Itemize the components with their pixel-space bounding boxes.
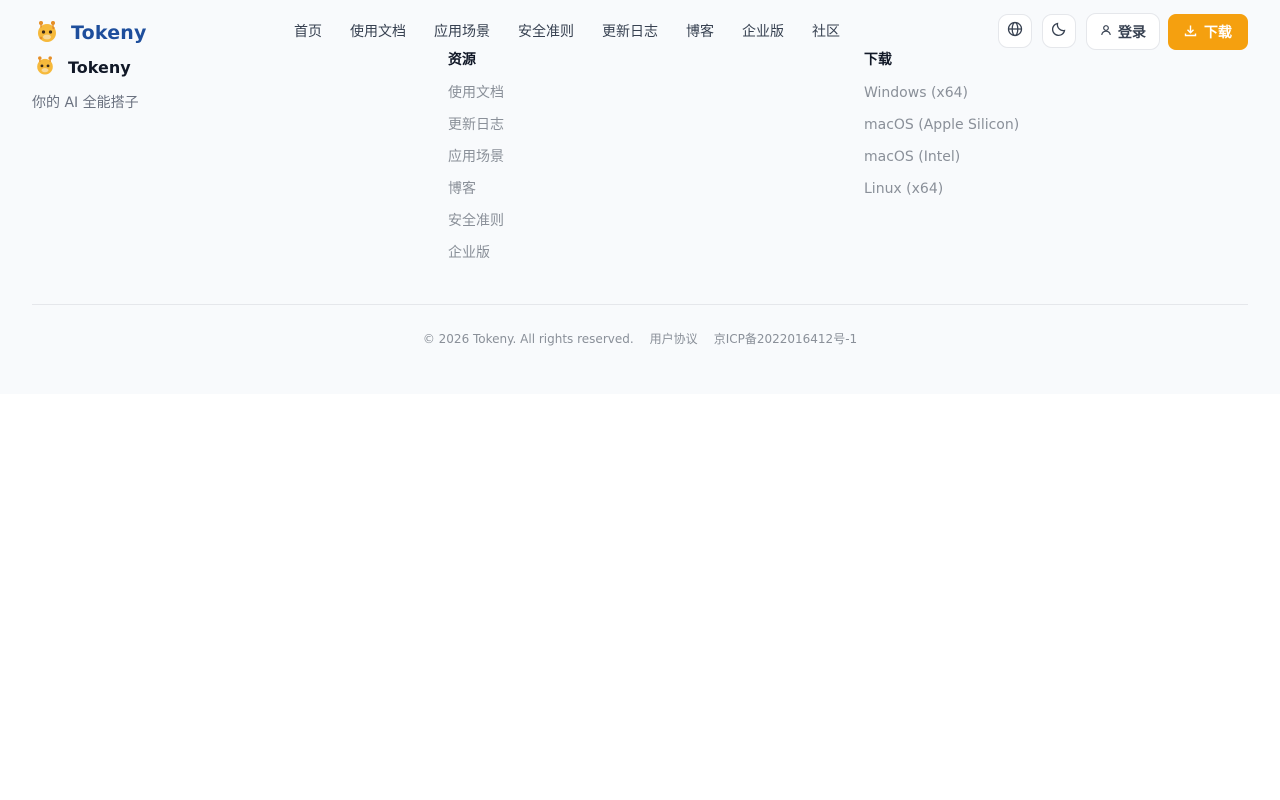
nav-home[interactable]: 首页 xyxy=(280,22,336,42)
login-label: 登录 xyxy=(1118,24,1146,41)
footer-link-docs[interactable]: 使用文档 xyxy=(448,83,504,115)
footer-link-macos-apple-silicon[interactable]: macOS (Apple Silicon) xyxy=(864,115,1019,147)
download-label: 下载 xyxy=(1204,25,1232,41)
nav-changelog[interactable]: 更新日志 xyxy=(588,22,672,42)
nav-use-cases[interactable]: 应用场景 xyxy=(420,22,504,42)
nav-enterprise[interactable]: 企业版 xyxy=(728,22,798,42)
footer-link-windows[interactable]: Windows (x64) xyxy=(864,83,1019,115)
login-button[interactable]: 登录 xyxy=(1086,13,1160,50)
footer-brand-name: Tokeny xyxy=(68,57,131,77)
brand-name: Tokeny xyxy=(71,22,147,44)
footer-link-enterprise[interactable]: 企业版 xyxy=(448,243,504,275)
footer-brand: Tokeny xyxy=(32,52,131,82)
copyright-text: © 2026 Tokeny. All rights reserved. xyxy=(422,332,634,346)
download-button[interactable]: 下载 xyxy=(1168,14,1248,50)
giraffe-logo-icon xyxy=(32,16,62,50)
language-button[interactable] xyxy=(998,14,1032,48)
footer-tagline: 你的 AI 全能搭子 xyxy=(32,95,139,111)
header-brand[interactable]: Tokeny xyxy=(32,16,147,50)
nav-docs[interactable]: 使用文档 xyxy=(336,22,420,42)
giraffe-logo-icon xyxy=(32,52,58,82)
resources-title: 资源 xyxy=(448,52,476,68)
moon-icon xyxy=(1051,21,1067,41)
globe-icon xyxy=(1007,21,1023,41)
nav-blog[interactable]: 博客 xyxy=(672,22,728,42)
nav-security[interactable]: 安全准则 xyxy=(504,22,588,42)
download-icon xyxy=(1184,24,1197,41)
footer-downloads-column: 下载 Windows (x64) macOS (Apple Silicon) m… xyxy=(864,50,1019,211)
nav-community[interactable]: 社区 xyxy=(798,22,854,42)
icp-link[interactable]: 京ICP备2022016412号-1 xyxy=(714,330,857,348)
theme-toggle-button[interactable] xyxy=(1042,14,1076,48)
footer-link-use-cases[interactable]: 应用场景 xyxy=(448,147,504,179)
footer-divider xyxy=(32,304,1248,305)
user-icon xyxy=(1100,24,1112,40)
footer-bottom-bar: © 2026 Tokeny. All rights reserved. 用户协议… xyxy=(0,330,1280,348)
user-agreement-link[interactable]: 用户协议 xyxy=(650,330,698,348)
main-nav: 首页 使用文档 应用场景 安全准则 更新日志 博客 企业版 社区 xyxy=(280,22,854,42)
footer-link-changelog[interactable]: 更新日志 xyxy=(448,115,504,147)
footer-link-linux[interactable]: Linux (x64) xyxy=(864,179,1019,211)
downloads-title: 下载 xyxy=(864,52,892,68)
footer-link-macos-intel[interactable]: macOS (Intel) xyxy=(864,147,1019,179)
footer-link-security[interactable]: 安全准则 xyxy=(448,211,504,243)
footer-resources-column: 资源 使用文档 更新日志 应用场景 博客 安全准则 企业版 xyxy=(448,50,504,275)
footer-link-blog[interactable]: 博客 xyxy=(448,179,504,211)
